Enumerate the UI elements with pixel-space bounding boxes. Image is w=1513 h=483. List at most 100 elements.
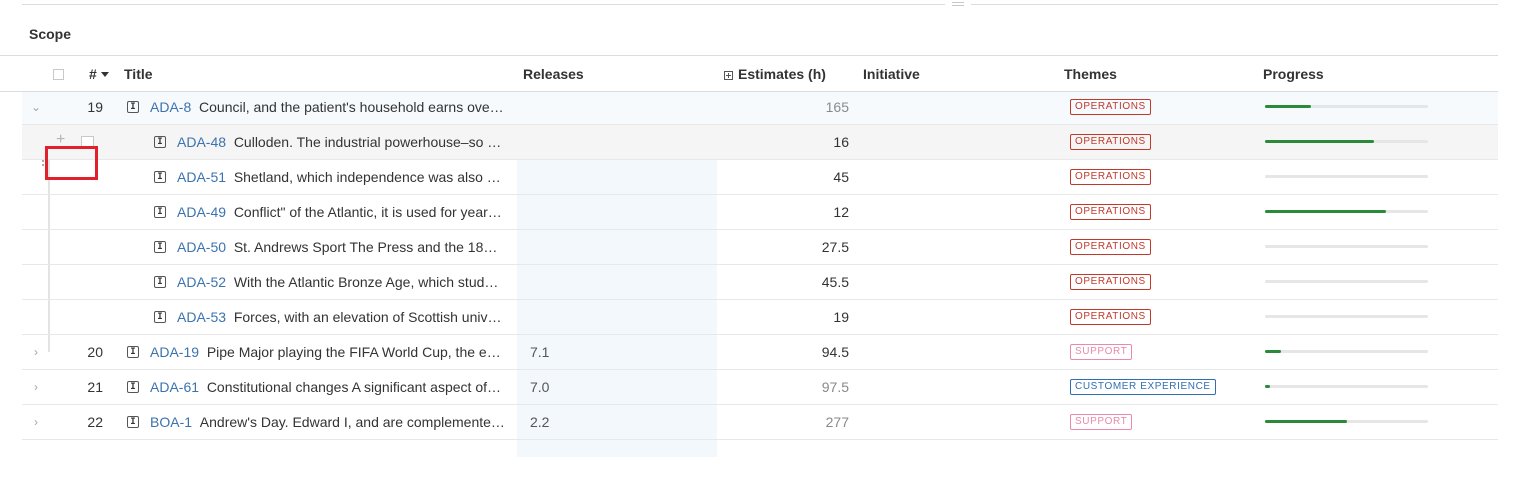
- initiative-cell[interactable]: [863, 195, 1053, 229]
- theme-badge[interactable]: OPERATIONS: [1070, 134, 1151, 150]
- record-key-link[interactable]: ADA-50: [177, 239, 226, 255]
- row-title-cell: ADA-61 Constitutional changes A signific…: [150, 370, 520, 404]
- table-row[interactable]: › 21 I ADA-61 Constitutional changes A sign…: [22, 370, 1498, 405]
- initiative-cell[interactable]: [863, 230, 1053, 264]
- progress-bar: [1265, 385, 1428, 388]
- table-row[interactable]: › 20 I ADA-19 Pipe Major playing the FIFA W…: [22, 335, 1498, 370]
- table-body: ›18IADA-7 The Scotland for the Kingdom o…: [0, 72, 1498, 457]
- feature-type-icon: I: [127, 346, 139, 358]
- record-title[interactable]: Constitutional changes A significant asp…: [207, 379, 501, 395]
- row-number: 20: [87, 344, 103, 360]
- column-header-releases[interactable]: Releases: [523, 66, 584, 82]
- record-title[interactable]: Forces, with an elevation of Scottish un…: [234, 309, 502, 325]
- initiative-cell[interactable]: [863, 160, 1053, 194]
- theme-badge[interactable]: OPERATIONS: [1070, 309, 1151, 325]
- record-title[interactable]: St. Andrews Sport The Press and the 18…: [234, 239, 498, 255]
- requirement-type-icon: I: [154, 311, 166, 323]
- sort-desc-icon[interactable]: [100, 72, 109, 77]
- record-title[interactable]: With the Atlantic Bronze Age, which stud…: [234, 274, 499, 290]
- child-row[interactable]: I ADA-49 Conflict" of the Atlantic, it is…: [22, 195, 1498, 230]
- table-row[interactable]: › 22 I BOA-1 Andrew's Day. Edward I, and ar…: [22, 405, 1498, 440]
- theme-badge[interactable]: OPERATIONS: [1070, 274, 1151, 290]
- child-row[interactable]: I ADA-50 St. Andrews Sport The Press and …: [22, 230, 1498, 265]
- progress-bar: [1265, 210, 1428, 213]
- expand-chevron-icon[interactable]: ›: [30, 370, 42, 404]
- record-title[interactable]: Council, and the patient's household ear…: [199, 99, 504, 115]
- record-title[interactable]: Pipe Major playing the FIFA World Cup, t…: [207, 344, 501, 360]
- record-key-link[interactable]: ADA-61: [150, 379, 199, 395]
- child-row[interactable]: I ADA-51 Shetland, which independence was…: [22, 160, 1498, 195]
- table-row[interactable]: ⌄ 19 I ADA-8 Council, and the patient's hou…: [22, 90, 1498, 125]
- feature-type-icon: I: [127, 101, 139, 113]
- estimate-cell[interactable]: 165: [769, 90, 849, 124]
- estimate-cell[interactable]: 94.5: [769, 335, 849, 369]
- release-cell[interactable]: 7.0: [530, 370, 549, 404]
- initiative-cell[interactable]: [863, 90, 1053, 124]
- child-row[interactable]: + I ADA-48 Culloden. The industrial powerh…: [22, 125, 1498, 160]
- release-cell[interactable]: 7.1: [530, 335, 549, 369]
- estimate-cell[interactable]: 45.5: [769, 265, 849, 299]
- expand-chevron-icon[interactable]: ›: [30, 405, 42, 439]
- row-title-cell: ADA-49 Conflict" of the Atlantic, it is …: [177, 195, 512, 229]
- column-header-progress[interactable]: Progress: [1263, 66, 1324, 82]
- estimate-cell[interactable]: 277: [769, 405, 849, 439]
- requirement-type-icon: I: [154, 171, 166, 183]
- estimate-cell[interactable]: 19: [769, 300, 849, 334]
- record-title[interactable]: Conflict" of the Atlantic, it is used fo…: [234, 204, 502, 220]
- requirement-type-icon: I: [154, 206, 166, 218]
- expand-chevron-icon[interactable]: ›: [30, 335, 42, 369]
- select-all-checkbox[interactable]: [53, 69, 64, 80]
- initiative-cell[interactable]: [863, 265, 1053, 299]
- progress-bar: [1265, 280, 1428, 283]
- record-key-link[interactable]: ADA-52: [177, 274, 226, 290]
- resize-handle[interactable]: [945, 0, 971, 8]
- record-title[interactable]: Culloden. The industrial powerhouse–so …: [234, 134, 501, 150]
- estimate-cell[interactable]: 45: [769, 160, 849, 194]
- theme-badge[interactable]: OPERATIONS: [1070, 204, 1151, 220]
- row-title-cell: ADA-50 St. Andrews Sport The Press and t…: [177, 230, 512, 264]
- theme-badge[interactable]: SUPPORT: [1070, 414, 1133, 430]
- theme-badge[interactable]: CUSTOMER EXPERIENCE: [1070, 379, 1216, 395]
- initiative-cell[interactable]: [863, 405, 1053, 439]
- child-row[interactable]: I ADA-53 Forces, with an elevation of Sco…: [22, 300, 1498, 335]
- estimate-cell[interactable]: 97.5: [769, 370, 849, 404]
- initiative-cell[interactable]: [863, 370, 1053, 404]
- progress-fill: [1265, 105, 1311, 108]
- theme-badge[interactable]: OPERATIONS: [1070, 169, 1151, 185]
- record-key-link[interactable]: ADA-51: [177, 169, 226, 185]
- top-divider: [22, 4, 1498, 5]
- initiative-cell[interactable]: [863, 125, 1053, 159]
- initiative-cell[interactable]: [863, 335, 1053, 369]
- row-title-cell: ADA-8 Council, and the patient's househo…: [150, 90, 520, 124]
- column-header-title[interactable]: Title: [124, 66, 153, 82]
- column-header-initiative[interactable]: Initiative: [863, 66, 920, 82]
- estimate-cell[interactable]: 27.5: [769, 230, 849, 264]
- progress-fill: [1265, 420, 1347, 423]
- record-key-link[interactable]: ADA-8: [150, 99, 191, 115]
- record-key-link[interactable]: ADA-53: [177, 309, 226, 325]
- feature-type-icon: I: [127, 381, 139, 393]
- theme-badge[interactable]: OPERATIONS: [1070, 99, 1151, 115]
- collapse-chevron-icon[interactable]: ⌄: [30, 90, 42, 124]
- record-key-link[interactable]: BOA-1: [150, 414, 192, 430]
- record-key-link[interactable]: ADA-49: [177, 204, 226, 220]
- record-key-link[interactable]: ADA-19: [150, 344, 199, 360]
- child-row[interactable]: I ADA-52 With the Atlantic Bronze Age, wh…: [22, 265, 1498, 300]
- record-title[interactable]: Andrew's Day. Edward I, and are compleme…: [200, 414, 505, 430]
- theme-badge[interactable]: OPERATIONS: [1070, 239, 1151, 255]
- progress-fill: [1265, 350, 1281, 353]
- column-header-estimates[interactable]: Estimates (h): [724, 66, 826, 82]
- progress-bar: [1265, 350, 1428, 353]
- progress-fill: [1265, 140, 1374, 143]
- release-cell[interactable]: 2.2: [530, 405, 549, 439]
- theme-badge[interactable]: SUPPORT: [1070, 344, 1133, 360]
- record-key-link[interactable]: ADA-48: [177, 134, 226, 150]
- expand-plus-icon[interactable]: [724, 71, 733, 80]
- column-header-num[interactable]: #: [89, 66, 109, 82]
- column-header-themes[interactable]: Themes: [1064, 66, 1117, 82]
- initiative-cell[interactable]: [863, 300, 1053, 334]
- estimate-cell[interactable]: 16: [769, 125, 849, 159]
- progress-bar: [1265, 105, 1428, 108]
- record-title[interactable]: Shetland, which independence was also …: [234, 169, 501, 185]
- estimate-cell[interactable]: 12: [769, 195, 849, 229]
